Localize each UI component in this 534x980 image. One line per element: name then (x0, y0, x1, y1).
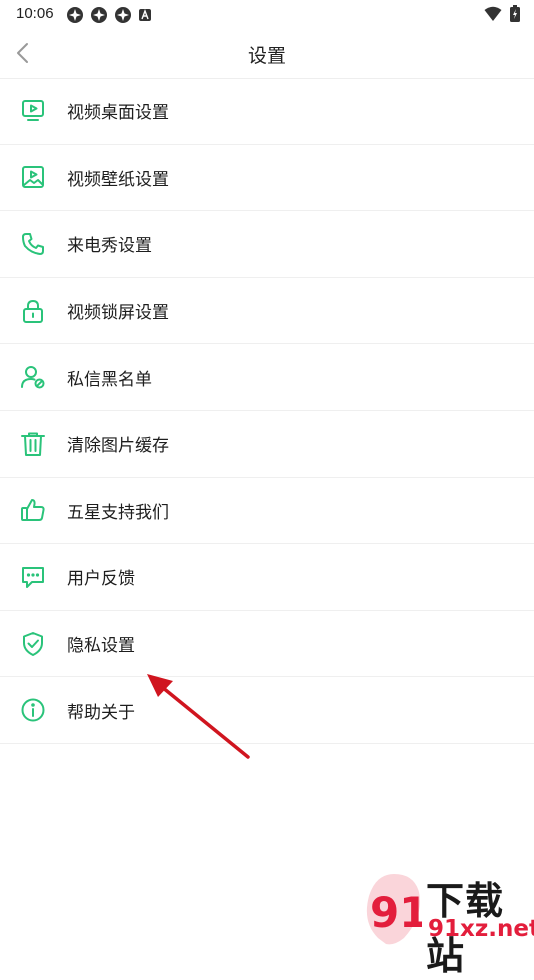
video-desktop-icon (20, 98, 46, 124)
menu-item-clear-cache[interactable]: 清除图片缓存 (0, 411, 534, 478)
annotation-arrow (147, 674, 250, 759)
menu-item-video-lockscreen[interactable]: 视频锁屏设置 (0, 278, 534, 345)
menu-item-label: 用户反馈 (67, 569, 135, 589)
menu-item-label: 私信黑名单 (67, 369, 152, 389)
menu-item-feedback[interactable]: 用户反馈 (0, 544, 534, 611)
menu-item-video-desktop[interactable]: 视频桌面设置 (0, 78, 534, 145)
app-icon (67, 7, 83, 23)
menu-item-message-blacklist[interactable]: 私信黑名单 (0, 344, 534, 411)
menu-item-label: 五星支持我们 (67, 502, 169, 522)
user-block-icon (20, 364, 46, 390)
page-title: 设置 (247, 46, 286, 67)
nav-bar: 设置 (0, 28, 534, 79)
menu-item-label: 视频壁纸设置 (67, 169, 169, 189)
menu-item-label: 帮助关于 (67, 702, 135, 722)
battery-charging-icon (510, 5, 520, 22)
menu-item-label: 视频锁屏设置 (67, 303, 169, 323)
a-icon (139, 9, 151, 21)
menu-item-privacy-settings[interactable]: 隐私设置 (0, 611, 534, 678)
phone-icon (20, 231, 46, 257)
menu-item-label: 清除图片缓存 (67, 436, 169, 456)
status-right-icons (484, 5, 520, 22)
notification-icons (66, 6, 152, 24)
thumbs-up-icon (20, 497, 46, 523)
trash-icon (20, 431, 46, 457)
watermark: 91 下载站 91xz.net (360, 870, 534, 978)
watermark-url: 91xz.net (428, 916, 534, 942)
menu-item-label: 隐私设置 (67, 636, 135, 656)
watermark-logo: 91 (366, 874, 422, 945)
info-icon (20, 697, 46, 723)
settings-menu: 视频桌面设置 视频壁纸设置 来电秀设置 视频锁屏设置 私信黑名单 清除图片缓存 … (0, 78, 534, 744)
status-bar: 10:06 (0, 0, 534, 28)
app-icon (115, 7, 131, 23)
menu-item-label: 视频桌面设置 (67, 103, 169, 123)
svg-text:91: 91 (370, 888, 422, 937)
menu-item-video-wallpaper[interactable]: 视频壁纸设置 (0, 145, 534, 212)
menu-item-five-star[interactable]: 五星支持我们 (0, 478, 534, 545)
wallpaper-icon (20, 164, 46, 190)
lock-icon (20, 298, 46, 324)
chat-icon (20, 564, 46, 590)
menu-item-call-show[interactable]: 来电秀设置 (0, 211, 534, 278)
status-time: 10:06 (16, 5, 54, 22)
app-icon (91, 7, 107, 23)
menu-item-label: 来电秀设置 (67, 236, 152, 256)
wifi-icon (484, 6, 502, 21)
shield-check-icon (20, 631, 46, 657)
menu-item-help-about[interactable]: 帮助关于 (0, 677, 534, 744)
